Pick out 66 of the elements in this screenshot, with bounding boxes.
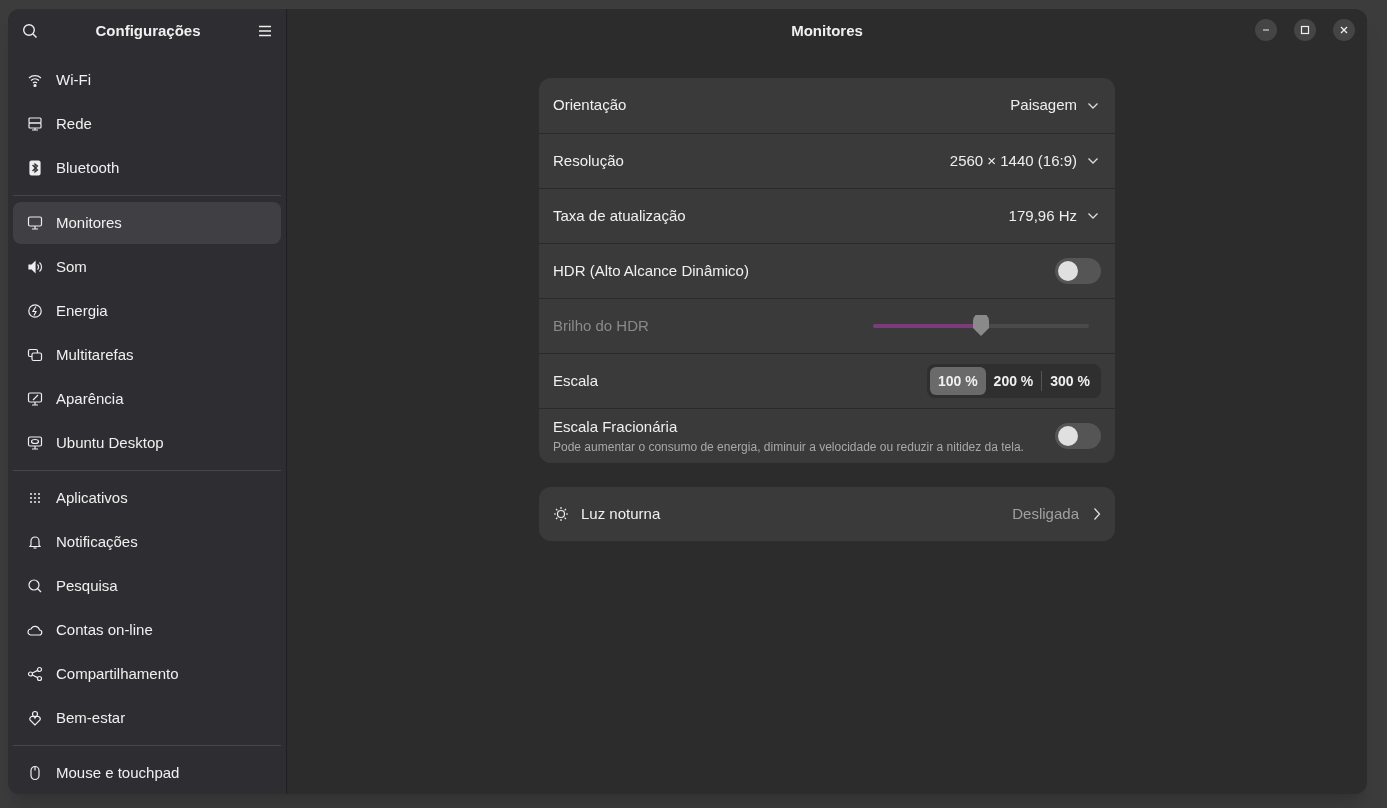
monitor-eye-icon — [27, 435, 43, 451]
setting-label: Resolução — [553, 150, 624, 171]
search-icon[interactable] — [22, 23, 38, 39]
chevron-down-icon — [1087, 157, 1099, 165]
scale-option[interactable]: 200 % — [985, 367, 1042, 395]
sidebar-item[interactable]: Wi-Fi — [13, 59, 281, 101]
sidebar-item[interactable]: Notificações — [13, 521, 281, 563]
setting-label: Taxa de atualização — [553, 205, 686, 226]
sidebar-item[interactable]: Compartilhamento — [13, 653, 281, 695]
setting-label: Luz noturna — [581, 503, 662, 524]
chevron-down-icon — [1087, 101, 1099, 110]
scale-option[interactable]: 100 % — [929, 367, 986, 395]
monitor-icon — [27, 215, 43, 231]
dropdown-button[interactable]: 2560 × 1440 (16:9) — [949, 149, 1101, 173]
sidebar-item[interactable]: Mouse e touchpad — [13, 752, 281, 794]
windows-icon — [27, 347, 43, 363]
menu-icon[interactable] — [258, 25, 272, 37]
sidebar-item[interactable]: Contas on-line — [13, 609, 281, 651]
sidebar-item[interactable]: Monitores — [13, 202, 281, 244]
power-icon — [27, 303, 43, 319]
sun-icon — [553, 506, 569, 522]
sidebar-item[interactable]: Aplicativos — [13, 477, 281, 519]
maximize-button[interactable] — [1294, 19, 1316, 41]
setting-label: HDR (Alto Alcance Dinâmico) — [553, 260, 749, 281]
scale-option[interactable]: 300 % — [1042, 367, 1098, 395]
setting-description: Pode aumentar o consumo de energia, diminuir a velocidade ou reduzir a nitidez da tela. — [553, 439, 1024, 457]
heart-person-icon — [27, 710, 43, 726]
sidebar-item[interactable]: Aparência — [13, 378, 281, 420]
monitor-brush-icon — [27, 391, 43, 407]
minimize-icon — [1262, 29, 1270, 31]
speaker-icon — [27, 259, 43, 275]
app-grid-icon — [27, 490, 43, 506]
sidebar-item[interactable]: Rede — [13, 103, 281, 145]
setting-label: Orientação — [553, 95, 627, 116]
sidebar-title: Configurações — [95, 20, 201, 41]
chevron-down-icon — [1087, 212, 1099, 220]
network-icon — [27, 116, 43, 132]
close-icon — [1339, 25, 1349, 35]
bluetooth-icon — [27, 160, 43, 176]
bell-icon — [27, 534, 43, 550]
wifi-icon — [27, 72, 43, 88]
sidebar-item[interactable]: Multitarefas — [13, 334, 281, 376]
sidebar-item[interactable]: Bem-estar — [13, 697, 281, 739]
slider-thumb[interactable] — [971, 315, 991, 337]
sidebar-item[interactable]: Som — [13, 246, 281, 288]
search-icon — [27, 578, 43, 594]
chevron-right-icon — [1093, 507, 1101, 521]
close-button[interactable] — [1333, 19, 1355, 41]
mouse-icon — [27, 765, 43, 781]
dropdown-button[interactable]: 179,96 Hz — [1008, 204, 1101, 228]
window-title: Monitores — [791, 20, 863, 41]
setting-label: Escala Fracionária — [553, 416, 679, 437]
minimize-button[interactable] — [1255, 19, 1277, 41]
share-icon — [27, 666, 43, 682]
sidebar-item[interactable]: Bluetooth — [13, 147, 281, 189]
night-light-row[interactable]: Luz noturna Desligada — [539, 487, 1115, 541]
sidebar-item[interactable]: Pesquisa — [13, 565, 281, 607]
toggle-switch[interactable] — [1055, 258, 1101, 284]
dropdown-button[interactable]: Paisagem — [1010, 94, 1101, 117]
setting-label: Brilho do HDR — [553, 315, 649, 336]
setting-label: Escala — [553, 370, 599, 391]
night-light-status: Desligada — [1012, 503, 1079, 524]
toggle-switch[interactable] — [1055, 423, 1101, 449]
maximize-icon — [1300, 25, 1310, 35]
sidebar-item[interactable]: Energia — [13, 290, 281, 332]
sidebar-item[interactable]: Ubuntu Desktop — [13, 422, 281, 464]
